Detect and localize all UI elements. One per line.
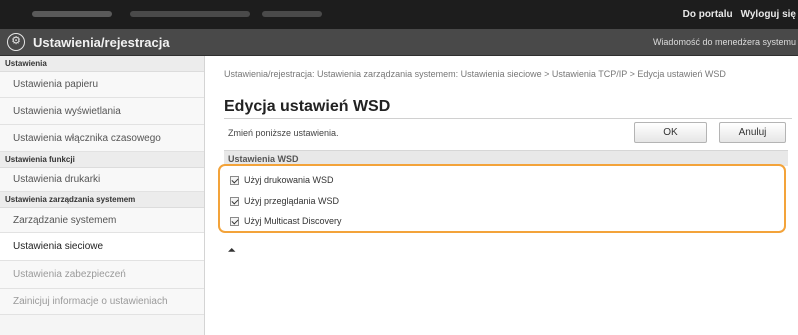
wrench-gear-icon: ⚙ (7, 33, 25, 51)
top-links: Do portalu Wyloguj się (683, 0, 798, 29)
sidebar: Ustawienia Ustawienia papieru Ustawienia… (0, 56, 205, 335)
instruction-text: Zmień poniższe ustawienia. (228, 128, 339, 138)
sidebar-item-timer-settings[interactable]: Ustawienia włącznika czasowego (0, 125, 204, 152)
sidebar-section-function-settings: Ustawienia funkcji (0, 152, 204, 168)
sidebar-item-paper-settings[interactable]: Ustawienia papieru (0, 72, 204, 98)
wsd-printing-checkbox[interactable] (230, 175, 239, 185)
sidebar-item-network-settings[interactable]: Ustawienia sieciowe (0, 233, 204, 261)
blurred-logo (32, 11, 112, 17)
breadcrumb: Ustawienia/rejestracja: Ustawienia zarzą… (224, 69, 726, 79)
back-to-top-icon[interactable]: ⏶ (228, 246, 235, 255)
blurred-user-name (262, 11, 322, 17)
page-title: Edycja ustawień WSD (224, 98, 391, 115)
multicast-discovery-option[interactable]: Użyj Multicast Discovery (230, 216, 342, 226)
title-divider (224, 118, 792, 119)
sidebar-section-system-management: Ustawienia zarządzania systemem (0, 192, 204, 208)
sidebar-item-printer-settings[interactable]: Ustawienia drukarki (0, 168, 204, 192)
highlighted-options-box: Użyj drukowania WSD Użyj przeglądania WS… (218, 164, 786, 233)
top-bar: Do portalu Wyloguj się (0, 0, 798, 29)
app-header: ⚙ Ustawienia/rejestracja Wiadomość do me… (0, 29, 798, 56)
cancel-button[interactable]: Anuluj (719, 122, 786, 143)
blurred-device-name (130, 11, 250, 17)
multicast-discovery-checkbox[interactable] (230, 216, 239, 226)
wsd-browsing-checkbox[interactable] (230, 196, 239, 206)
wsd-printing-label: Użyj drukowania WSD (244, 175, 334, 185)
multicast-discovery-label: Użyj Multicast Discovery (244, 216, 342, 226)
sidebar-section-settings: Ustawienia (0, 56, 204, 72)
wsd-browsing-option[interactable]: Użyj przeglądania WSD (230, 196, 339, 206)
logout-link[interactable]: Wyloguj się (741, 9, 796, 20)
message-to-admin-link[interactable]: Wiadomość do menedżera systemu (653, 29, 796, 56)
wsd-browsing-label: Użyj przeglądania WSD (244, 196, 340, 206)
wsd-printing-option[interactable]: Użyj drukowania WSD (230, 175, 334, 185)
ok-button[interactable]: OK (634, 122, 707, 143)
sidebar-item-security-settings[interactable]: Ustawienia zabezpieczeń (0, 261, 204, 289)
sidebar-item-display-settings[interactable]: Ustawienia wyświetlania (0, 98, 204, 125)
sidebar-item-system-management[interactable]: Zarządzanie systemem (0, 208, 204, 233)
sidebar-item-initialize-settings[interactable]: Zainicjuj informacje o ustawieniach (0, 289, 204, 315)
portal-link[interactable]: Do portalu (683, 9, 733, 20)
app-title: Ustawienia/rejestracja (33, 35, 170, 50)
